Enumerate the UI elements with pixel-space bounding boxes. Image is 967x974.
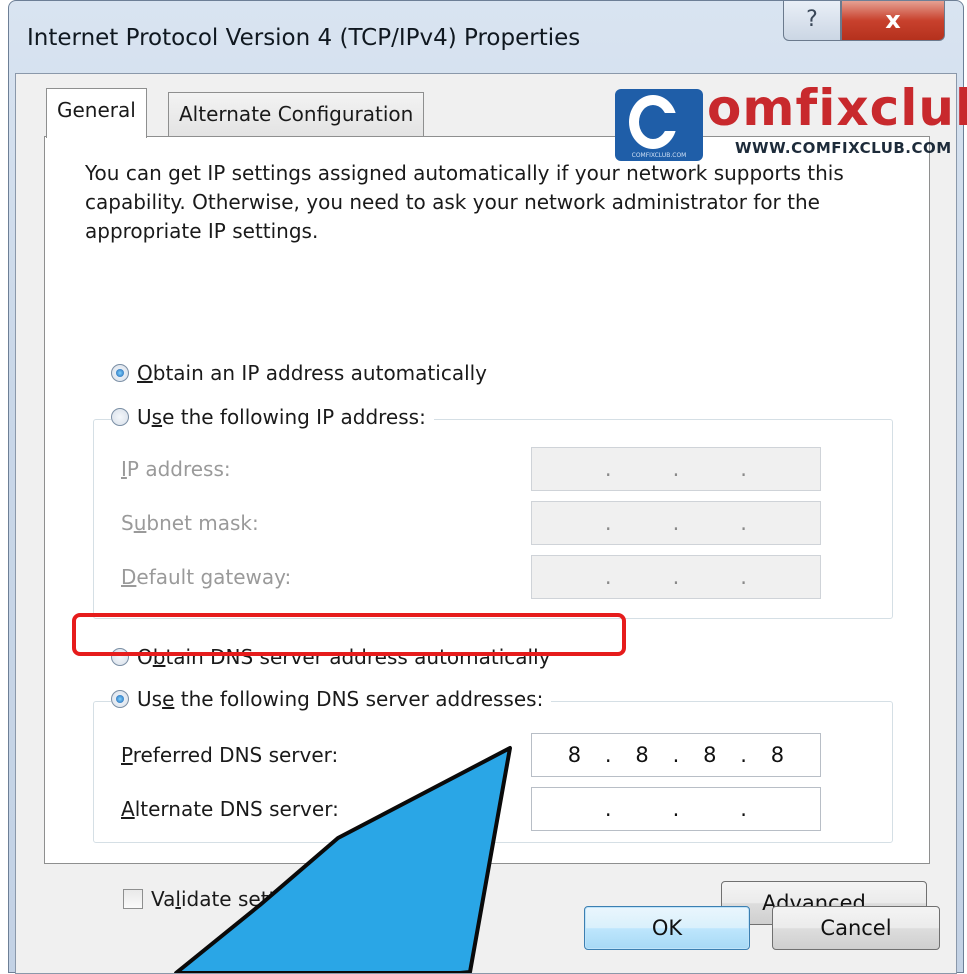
arrow-shape bbox=[174, 746, 512, 973]
pointer-arrow-annotation bbox=[174, 746, 512, 973]
tab-general[interactable]: General bbox=[46, 88, 147, 138]
